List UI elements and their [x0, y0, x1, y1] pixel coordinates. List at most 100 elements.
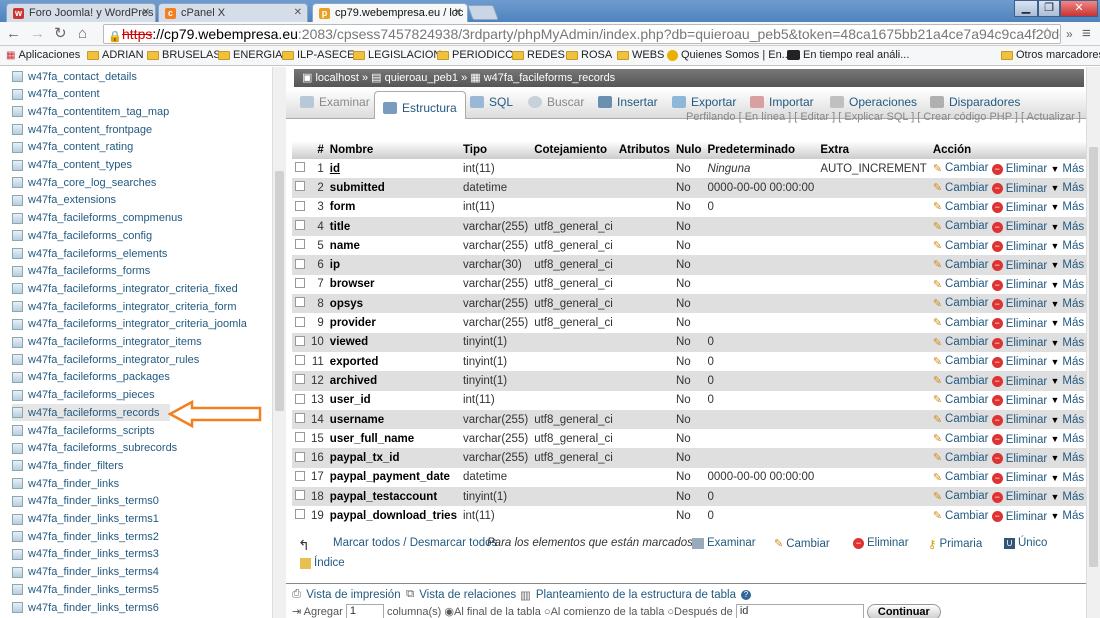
tab-estructura[interactable]: Estructura [374, 91, 466, 119]
row-checkbox[interactable] [295, 470, 305, 481]
tab-disparadores[interactable]: Disparadores [930, 95, 1020, 109]
drop-link[interactable]: − Eliminar [991, 356, 1047, 368]
more-dropdown[interactable]: ▼ Más [1050, 491, 1084, 503]
bookmark-folder[interactable]: ILP-ASECE [282, 49, 354, 61]
sidebar-item-table[interactable]: w47fa_facileforms_elements [12, 245, 167, 262]
row-checkbox[interactable] [295, 258, 305, 269]
breadcrumb-server[interactable]: localhost [315, 72, 358, 84]
sidebar-item-table[interactable]: w47fa_contentitem_tag_map [12, 103, 169, 120]
scrollbar-thumb[interactable] [1089, 147, 1098, 567]
drop-link[interactable]: − Eliminar [991, 221, 1047, 233]
row-checkbox[interactable] [295, 181, 305, 192]
bookmark-other[interactable]: Otros marcadores [1001, 49, 1100, 61]
breadcrumb-table[interactable]: w47fa_facileforms_records [484, 72, 615, 84]
maximize-button[interactable]: ❐ [1038, 0, 1060, 17]
tab-buscar[interactable]: Buscar [528, 95, 584, 109]
bookmark-folder[interactable]: LEGISLACION [353, 49, 441, 61]
row-checkbox[interactable] [295, 413, 305, 423]
row-checkbox[interactable] [295, 220, 305, 231]
more-dropdown[interactable]: ▼ Más [1050, 279, 1084, 291]
drop-link[interactable]: − Eliminar [991, 491, 1047, 503]
change-link[interactable]: ✎ Cambiar [933, 220, 989, 233]
menu-icon[interactable]: ≡ [1082, 25, 1091, 43]
more-dropdown[interactable]: ▼ Más [1050, 240, 1084, 252]
bulk-browse-button[interactable]: Examinar [692, 537, 756, 549]
change-link[interactable]: ✎ Cambiar [933, 316, 989, 330]
tab-sql[interactable]: SQL [470, 95, 513, 109]
drop-link[interactable]: − Eliminar [991, 183, 1047, 195]
scrollbar-thumb[interactable] [275, 171, 284, 411]
row-checkbox[interactable] [295, 335, 305, 346]
drop-link[interactable]: − Eliminar [991, 434, 1047, 446]
sidebar-item-table[interactable]: w47fa_facileforms_config [12, 227, 152, 244]
drop-link[interactable]: − Eliminar [991, 318, 1047, 330]
main-scrollbar[interactable] [1086, 67, 1100, 618]
more-dropdown[interactable]: ▼ Más [1050, 317, 1084, 329]
drop-link[interactable]: − Eliminar [991, 414, 1047, 426]
bulk-unique-button[interactable]: U Único [1004, 537, 1047, 549]
sidebar-item-table[interactable]: w47fa_core_log_searches [12, 174, 156, 191]
bookmark-folder[interactable]: BRUSELAS [147, 49, 221, 61]
drop-link[interactable]: − Eliminar [991, 241, 1047, 253]
change-link[interactable]: ✎ Cambiar [933, 278, 989, 291]
close-tab-icon[interactable]: ✕ [294, 7, 302, 18]
tab-exportar[interactable]: Exportar [672, 95, 736, 109]
row-checkbox[interactable] [295, 277, 305, 288]
drop-link[interactable]: − Eliminar [991, 260, 1047, 272]
col-nombre[interactable]: Nombre [326, 141, 460, 159]
row-checkbox[interactable] [295, 374, 305, 385]
drop-link[interactable]: − Eliminar [991, 298, 1047, 310]
bulk-index-button[interactable]: Índice [300, 557, 345, 569]
drop-link[interactable]: − Eliminar [991, 337, 1047, 349]
row-checkbox[interactable] [295, 393, 305, 404]
bookmark-tiempo-real[interactable]: En tiempo real análi... [787, 49, 909, 61]
row-checkbox[interactable] [295, 239, 305, 250]
change-link[interactable]: ✎ Cambiar [933, 432, 989, 446]
reload-icon[interactable]: ↻ [54, 25, 67, 43]
more-dropdown[interactable]: ▼ Más [1050, 201, 1084, 213]
close-tab-icon[interactable]: ✕ [142, 7, 150, 18]
sidebar-item-table[interactable]: w47fa_facileforms_pieces [12, 387, 155, 404]
change-link[interactable]: ✎ Cambiar [933, 200, 989, 214]
row-checkbox[interactable] [295, 316, 305, 327]
bulk-primary-button[interactable]: ⚷ Primaria [928, 537, 982, 551]
sidebar-item-table[interactable]: w47fa_facileforms_compmenus [12, 210, 183, 227]
sidebar-item-table[interactable]: w47fa_finder_links_terms1 [12, 511, 159, 528]
breadcrumb-database[interactable]: quieroau_peb1 [385, 72, 458, 84]
tab-examinar[interactable]: Examinar [300, 95, 370, 109]
bookmark-folder[interactable]: ADRIAN [87, 49, 144, 61]
tab-phpmyadmin[interactable]: p cp79.webempresa.eu / loc ✕ [312, 3, 468, 22]
drop-link[interactable]: − Eliminar [991, 453, 1047, 465]
more-dropdown[interactable]: ▼ Más [1050, 452, 1084, 464]
tab-importar[interactable]: Importar [750, 95, 814, 109]
close-tab-icon[interactable]: ✕ [454, 7, 462, 18]
change-link[interactable]: ✎ Cambiar [933, 336, 989, 349]
radio-end[interactable]: ◉ [444, 606, 454, 618]
row-checkbox[interactable] [295, 297, 305, 308]
minimize-button[interactable]: ▁ [1014, 0, 1038, 17]
sidebar-item-table[interactable]: w47fa_content_frontpage [12, 121, 152, 138]
sidebar-item-table[interactable]: w47fa_facileforms_subrecords [12, 440, 177, 457]
bulk-drop-button[interactable]: − Eliminar [853, 537, 909, 549]
row-checkbox[interactable] [295, 509, 305, 520]
change-link[interactable]: ✎ Cambiar [933, 297, 989, 310]
row-checkbox[interactable] [295, 355, 305, 366]
more-dropdown[interactable]: ▼ Más [1050, 163, 1084, 175]
row-checkbox[interactable] [295, 162, 305, 173]
change-link[interactable]: ✎ Cambiar [933, 258, 989, 272]
sidebar-item-table[interactable]: w47fa_facileforms_integrator_rules [12, 351, 199, 368]
more-dropdown[interactable]: ▼ Más [1050, 375, 1084, 387]
row-checkbox[interactable] [295, 490, 305, 501]
drop-link[interactable]: − Eliminar [991, 376, 1047, 388]
close-window-button[interactable]: ✕ [1060, 0, 1098, 17]
back-arrow-icon[interactable]: ← [6, 25, 21, 43]
sidebar-item-table[interactable]: w47fa_content_types [12, 157, 132, 174]
bookmark-folder[interactable]: PERIODICO [437, 49, 514, 61]
print-view-link[interactable]: ⎙ Vista de impresión [292, 588, 401, 601]
sidebar-item-table[interactable]: w47fa_finder_links_terms3 [12, 546, 159, 563]
propose-structure-link[interactable]: ▥ Planteamiento de la estructura de tabla… [520, 588, 751, 602]
more-dropdown[interactable]: ▼ Más [1050, 510, 1084, 522]
more-dropdown[interactable]: ▼ Más [1050, 394, 1084, 406]
tab-insertar[interactable]: Insertar [598, 95, 658, 109]
tab-cpanel[interactable]: c cPanel X ✕ [158, 3, 308, 22]
